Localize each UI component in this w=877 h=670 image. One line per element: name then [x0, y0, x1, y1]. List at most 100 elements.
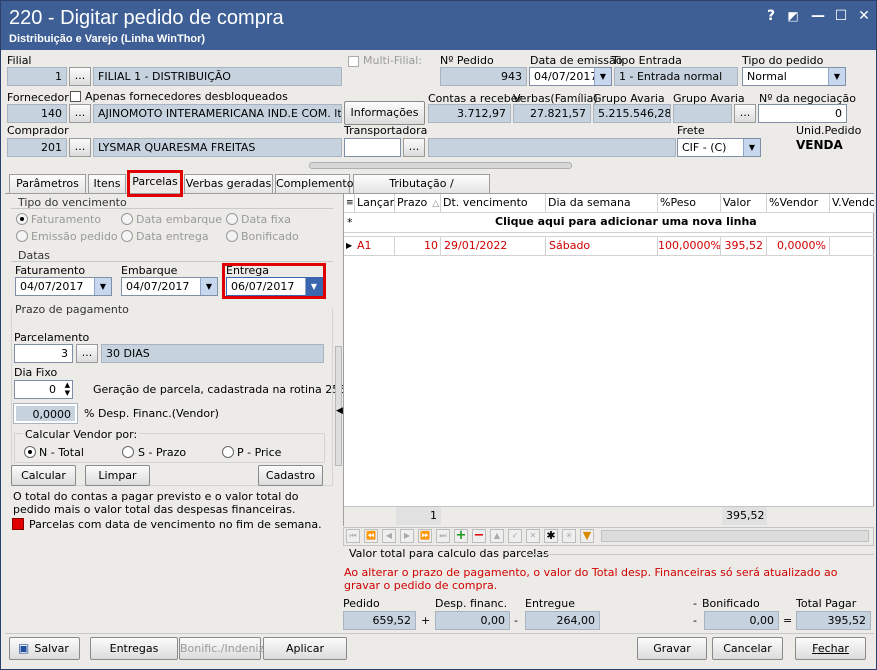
- apenas-desbloqueados-checkbox[interactable]: [70, 91, 81, 102]
- cell-vencimento[interactable]: 29/01/2022: [441, 237, 546, 256]
- nav-goto-icon[interactable]: ✳: [562, 529, 576, 543]
- nav-next-page-icon[interactable]: ⏩: [418, 529, 432, 543]
- cell-vendor[interactable]: 0,0000%: [767, 237, 830, 256]
- filial-label: Filial: [7, 54, 32, 67]
- tipo-pedido-value: Normal: [747, 70, 787, 83]
- nav-post-icon[interactable]: ✓: [508, 529, 522, 543]
- col-valor[interactable]: Valor: [721, 194, 767, 213]
- collapse-splitter[interactable]: [309, 162, 572, 169]
- minimize-icon[interactable]: —: [809, 7, 827, 25]
- row-indicator-icon: ▶: [346, 241, 353, 250]
- cancelar-button[interactable]: Cancelar: [712, 637, 783, 660]
- filial-code-field[interactable]: 1: [7, 67, 67, 86]
- tipo-pedido-select[interactable]: Normal ▼: [742, 67, 846, 86]
- help-icon[interactable]: ?: [762, 7, 780, 25]
- informacoes-button[interactable]: Informações: [344, 101, 425, 125]
- horizontal-scrollbar[interactable]: [601, 530, 869, 542]
- total-pagar-field: 395,52: [796, 611, 871, 630]
- multi-filial-checkbox[interactable]: [348, 56, 359, 67]
- chevron-down-icon[interactable]: ▼: [94, 278, 111, 295]
- comprador-search-button[interactable]: ...: [69, 138, 91, 157]
- radio-bonificado[interactable]: [226, 230, 238, 242]
- chevron-left-icon[interactable]: ◀: [336, 406, 343, 416]
- radio-vendor-prazo[interactable]: [122, 446, 134, 458]
- filial-search-button[interactable]: ...: [69, 67, 91, 86]
- nav-up-icon[interactable]: ▲: [490, 529, 504, 543]
- frete-select[interactable]: CIF - (C) ▼: [677, 138, 761, 157]
- chevron-down-icon[interactable]: ▼: [828, 68, 845, 85]
- calcular-button[interactable]: Calcular: [11, 465, 76, 486]
- radio-faturamento[interactable]: [16, 213, 28, 225]
- nav-bookmark-icon[interactable]: ✱: [544, 529, 558, 543]
- cell-vvendor[interactable]: [830, 237, 874, 256]
- close-icon[interactable]: ✕: [855, 7, 873, 25]
- info-text: O total do contas a pagar previsto e o v…: [13, 490, 299, 516]
- tab-verbas-geradas[interactable]: Verbas geradas: [184, 174, 273, 193]
- transportadora-code-field[interactable]: [344, 138, 401, 157]
- tab-itens[interactable]: Itens: [88, 174, 126, 193]
- fornecedor-search-button[interactable]: ...: [69, 104, 91, 123]
- salvar-button[interactable]: ▣ Salvar: [9, 637, 80, 660]
- col-vvendor[interactable]: V.Vendor: [830, 194, 874, 213]
- embarque-date-field[interactable]: 04/07/2017 ▼: [121, 277, 218, 296]
- col-dia-semana[interactable]: Dia da semana: [546, 194, 658, 213]
- radio-emissao-pedido[interactable]: [16, 230, 28, 242]
- nav-prev-icon[interactable]: ◀: [382, 529, 396, 543]
- spin-icon[interactable]: ▲ ▼: [65, 381, 70, 397]
- nav-cancel-icon[interactable]: ✕: [526, 529, 540, 543]
- nav-last-icon[interactable]: ⏭: [436, 529, 450, 543]
- cell-valor[interactable]: 395,52: [721, 237, 767, 256]
- col-vencimento[interactable]: Dt. vencimento: [441, 194, 546, 213]
- comprador-code-field[interactable]: 201: [7, 138, 67, 157]
- col-vendor[interactable]: %Vendor: [767, 194, 830, 213]
- nav-delete-icon[interactable]: −: [472, 529, 486, 543]
- divider: [5, 633, 874, 634]
- maximize-icon[interactable]: ☐: [832, 7, 850, 25]
- grupo-avaria-search-button[interactable]: ...: [734, 104, 756, 123]
- fornecedor-code-field[interactable]: 140: [7, 104, 67, 123]
- dia-fixo-stepper[interactable]: 0 ▲ ▼: [14, 380, 73, 399]
- limpar-button[interactable]: Limpar: [85, 465, 150, 486]
- col-lancamento[interactable]: Lançan: [355, 194, 395, 213]
- radio-data-embarque-label: Data embarque: [136, 213, 223, 226]
- layout-icon[interactable]: ◩: [784, 7, 802, 25]
- grid-menu-icon[interactable]: ≡: [344, 194, 355, 213]
- radio-data-embarque[interactable]: [121, 213, 133, 225]
- nav-add-icon[interactable]: +: [454, 529, 468, 543]
- chevron-down-icon[interactable]: ▼: [743, 139, 760, 156]
- tab-tributacao[interactable]: Tributação / Totalizadores: [353, 174, 490, 208]
- gravar-button[interactable]: Gravar: [637, 637, 707, 660]
- tab-complemento[interactable]: Complemento: [275, 174, 353, 193]
- new-row-text[interactable]: Clique aqui para adicionar uma nova linh…: [495, 215, 757, 228]
- transportadora-search-button[interactable]: ...: [403, 138, 425, 157]
- radio-vendor-price[interactable]: [222, 446, 234, 458]
- chevron-down-icon[interactable]: ▼: [594, 68, 611, 85]
- fechar-button[interactable]: Fechar: [795, 637, 866, 660]
- radio-vendor-total[interactable]: [24, 446, 36, 458]
- nav-filter-icon[interactable]: ▼: [580, 529, 594, 543]
- parcelamento-code-field[interactable]: 3: [14, 344, 73, 363]
- bonific-indeniz-button[interactable]: Bonific./Indeniz.: [179, 637, 268, 660]
- aplicar-button[interactable]: Aplicar: [263, 637, 347, 660]
- emissao-date-field[interactable]: 04/07/2017 ▼: [529, 67, 612, 86]
- col-prazo[interactable]: Prazo △: [395, 194, 441, 213]
- radio-data-entrega[interactable]: [121, 230, 133, 242]
- parcelamento-search-button[interactable]: ...: [76, 344, 98, 363]
- cell-dia-semana[interactable]: Sábado: [546, 237, 658, 256]
- chevron-down-icon[interactable]: ▼: [200, 278, 217, 295]
- nav-prev-page-icon[interactable]: ⏪: [364, 529, 378, 543]
- nav-first-icon[interactable]: ⏮: [346, 529, 360, 543]
- faturamento-date-field[interactable]: 04/07/2017 ▼: [15, 277, 112, 296]
- cell-lancamento[interactable]: A1: [355, 237, 395, 256]
- negociacao-field[interactable]: 0: [758, 104, 847, 123]
- desp-financ-field[interactable]: 0,0000: [13, 403, 78, 424]
- entregas-button[interactable]: Entregas: [90, 637, 178, 660]
- cell-prazo[interactable]: 10: [395, 237, 441, 256]
- nav-next-icon[interactable]: ▶: [400, 529, 414, 543]
- cadastro-button[interactable]: Cadastro: [258, 465, 323, 486]
- footer-count: 1: [396, 507, 441, 525]
- cell-peso[interactable]: 100,0000%: [658, 237, 721, 256]
- col-peso[interactable]: %Peso: [658, 194, 721, 213]
- tab-parametros[interactable]: Parâmetros: [9, 174, 86, 193]
- radio-data-fixa[interactable]: [226, 213, 238, 225]
